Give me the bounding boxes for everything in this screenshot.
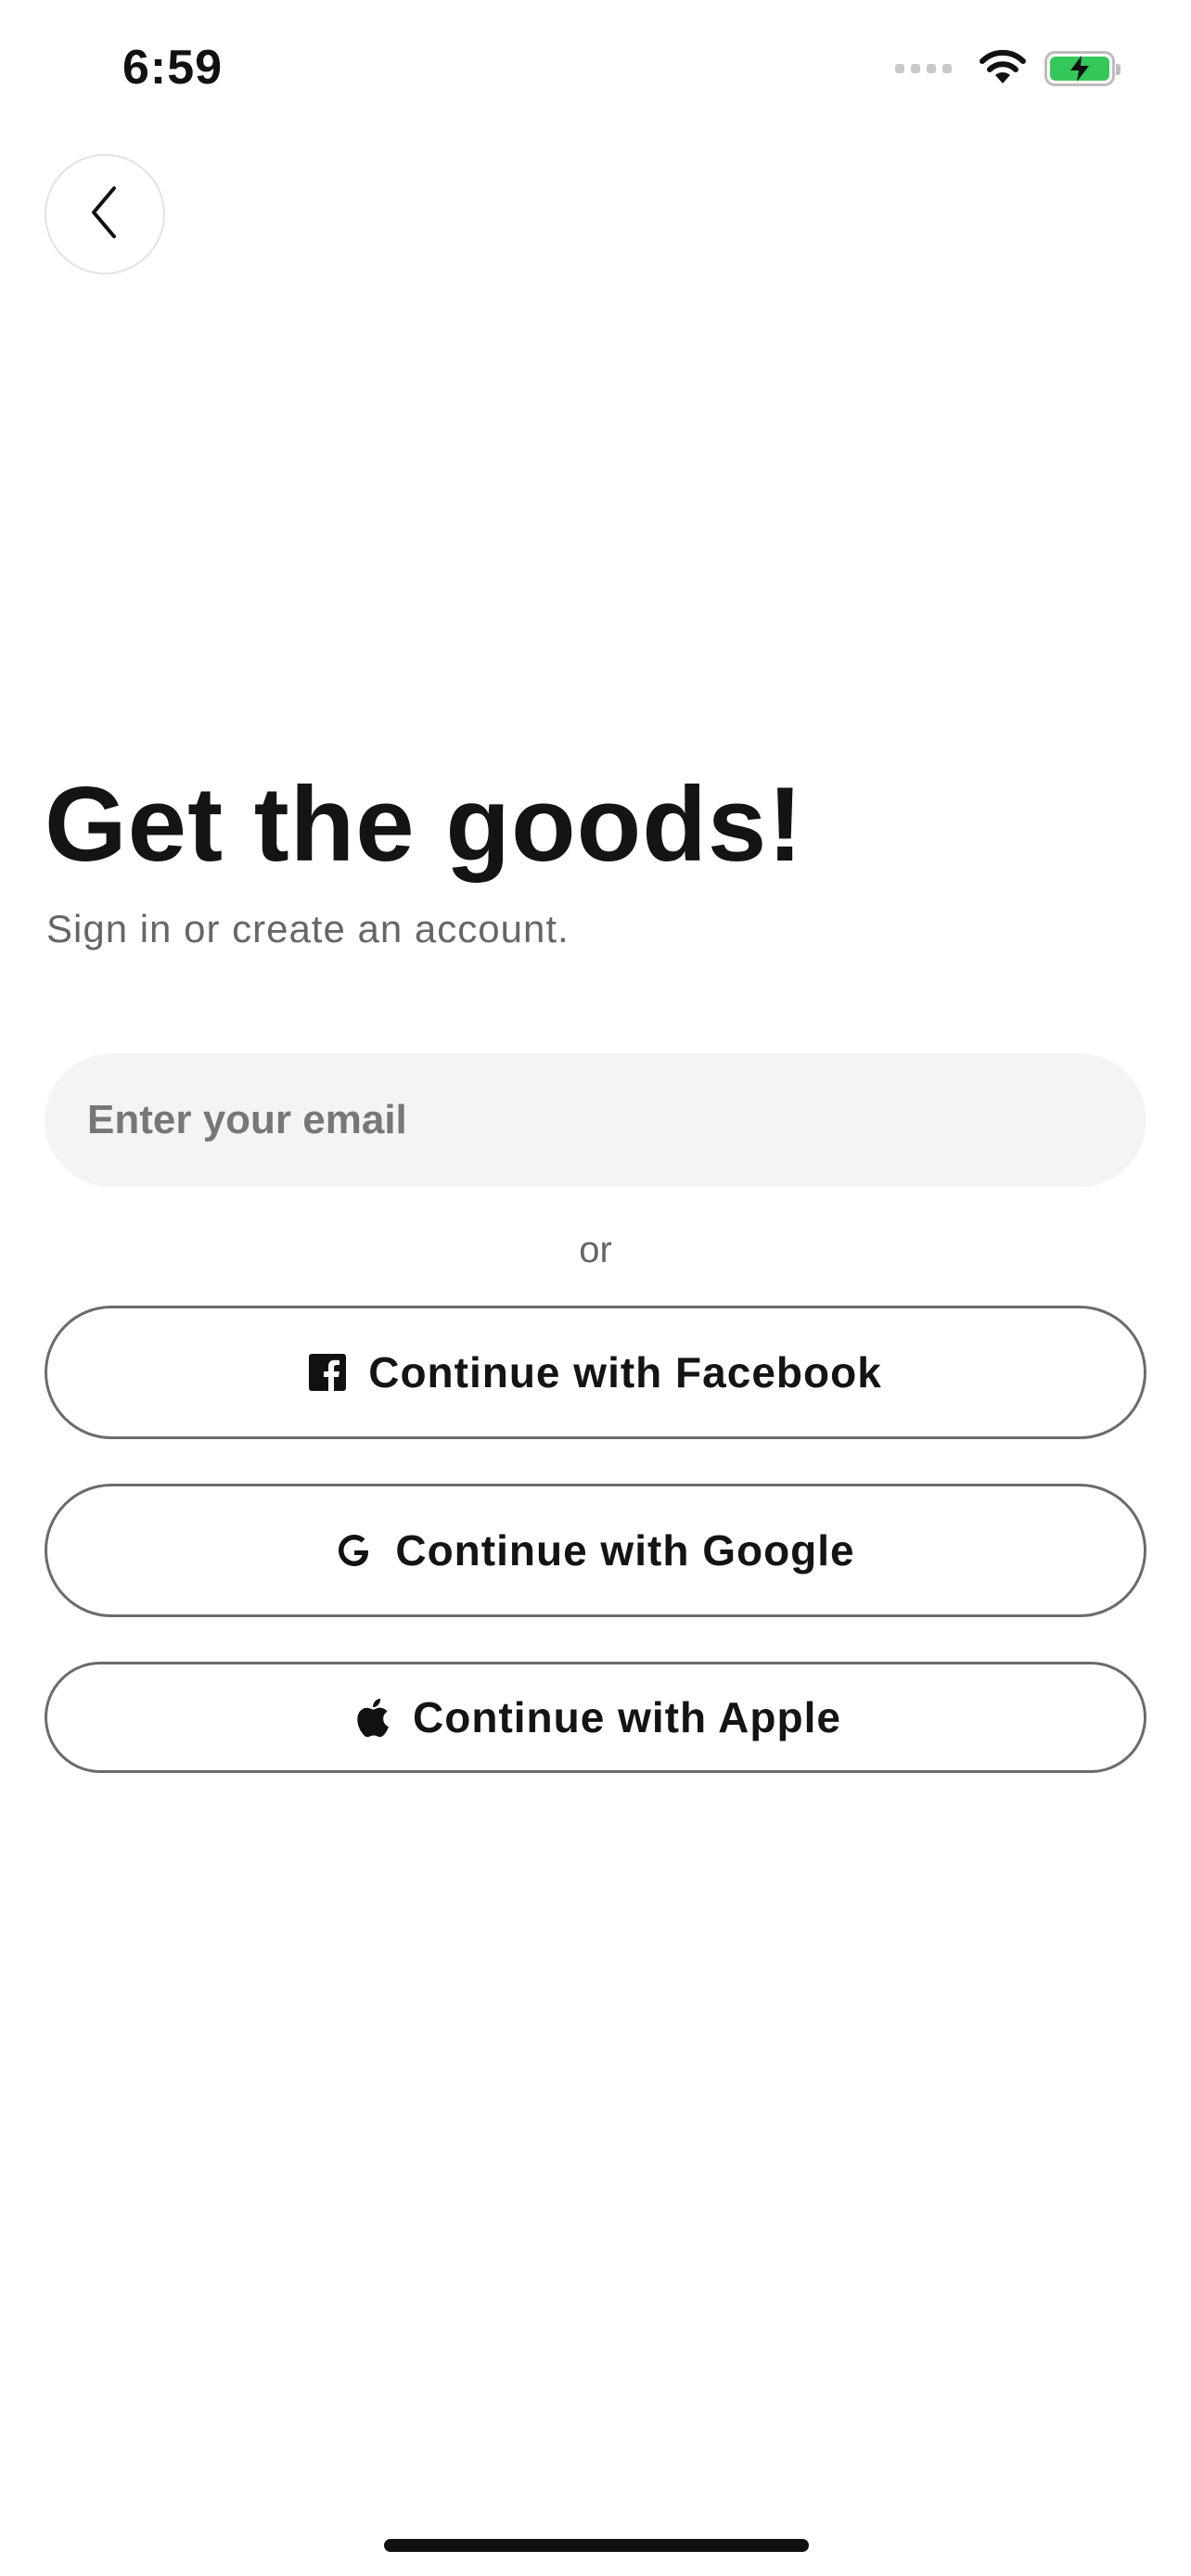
apple-button-label: Continue with Apple <box>413 1693 841 1741</box>
cellular-signal-icon <box>895 64 952 73</box>
page-subtitle: Sign in or create an account. <box>46 907 570 950</box>
continue-with-facebook-button[interactable]: Continue with Facebook <box>45 1306 1146 1439</box>
chevron-left-icon <box>86 185 123 245</box>
page-title: Get the goods! <box>45 766 804 884</box>
wifi-icon <box>978 48 1028 90</box>
google-button-label: Continue with Google <box>395 1526 855 1575</box>
facebook-icon <box>309 1354 347 1391</box>
or-divider: or <box>579 1230 612 1270</box>
apple-icon <box>350 1694 391 1741</box>
continue-with-apple-button[interactable]: Continue with Apple <box>45 1662 1146 1773</box>
battery-charging-icon <box>1044 51 1121 86</box>
facebook-button-label: Continue with Facebook <box>368 1348 882 1396</box>
continue-with-google-button[interactable]: Continue with Google <box>45 1484 1146 1617</box>
home-indicator[interactable] <box>384 2539 809 2552</box>
back-button[interactable] <box>45 154 165 274</box>
email-field[interactable] <box>45 1053 1146 1187</box>
status-time: 6:59 <box>122 41 224 95</box>
google-icon <box>336 1532 373 1569</box>
status-icons <box>895 41 1121 96</box>
